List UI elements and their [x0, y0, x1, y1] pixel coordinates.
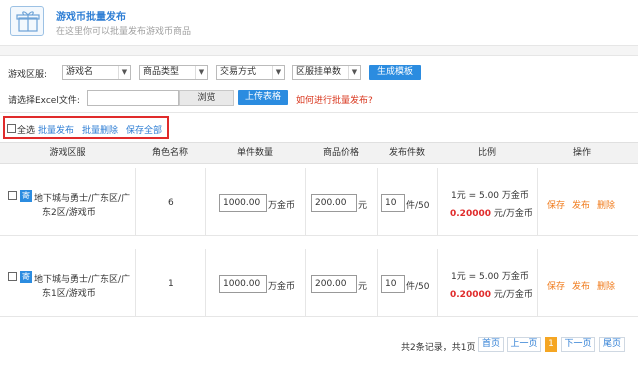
col-divider [305, 249, 306, 317]
upload-table-button[interactable]: 上传表格 [238, 90, 288, 105]
gift-box-icon [10, 6, 44, 36]
server-name: 地下城与勇士/广东区/广 [34, 194, 131, 204]
batch-help-link[interactable]: 如何进行批量发布? [296, 93, 373, 106]
publish-link[interactable]: 发布 [572, 279, 590, 292]
category-select[interactable]: 商品类型 ▼ [139, 65, 208, 80]
pieces-suffix: 件/50 [406, 201, 430, 211]
col-divider [377, 249, 378, 317]
chevron-down-icon: ▼ [272, 66, 284, 79]
pagination-summary: 共2条记录，共1页 [401, 343, 476, 353]
col-qty: 单件数量 [236, 148, 273, 158]
game-select-value: 游戏名 [66, 67, 94, 77]
ratio-price: 0.20000 元/万金币 [450, 287, 533, 300]
trade-select[interactable]: 交易方式 ▼ [216, 65, 285, 80]
price-unit: 元 [358, 282, 368, 292]
trade-select-value: 交易方式 [220, 67, 257, 77]
order-select-value: 区服挂单数 [296, 67, 342, 77]
consign-tag: 寄 [20, 190, 32, 202]
order-select[interactable]: 区服挂单数 ▼ [292, 65, 361, 80]
current-page[interactable]: 1 [545, 337, 557, 352]
chevron-down-icon: ▼ [118, 66, 130, 79]
page-title: 游戏币批量发布 [56, 12, 126, 23]
select-all-checkbox[interactable] [7, 124, 16, 133]
save-link[interactable]: 保存 [547, 198, 565, 211]
row-checkbox[interactable] [8, 191, 17, 200]
divider [0, 112, 638, 113]
ratio-value: 0.20000 [450, 290, 491, 300]
col-pieces: 发布件数 [388, 148, 425, 158]
browse-button[interactable]: 浏览 [179, 90, 234, 106]
panel-divider [0, 46, 638, 56]
table-header: 游戏区服 角色名称 单件数量 商品价格 发布件数 比例 操作 [0, 142, 638, 164]
publish-link[interactable]: 发布 [572, 198, 590, 211]
price-input[interactable]: 200.00 [311, 275, 357, 293]
delete-link[interactable]: 删除 [597, 198, 615, 211]
first-page-button[interactable]: 首页 [478, 337, 504, 352]
region-label: 游戏区服: [8, 70, 48, 80]
col-divider [135, 249, 136, 317]
consign-tag: 寄 [20, 271, 32, 283]
excel-file-input[interactable] [87, 90, 179, 106]
price-unit: 元 [358, 201, 368, 211]
select-all-label: 全选 [17, 126, 36, 136]
excel-label: 请选择Excel文件: [8, 96, 80, 106]
ratio-text: 1元 = 5.00 万金币 [451, 272, 529, 282]
ratio-unit: 元/万金币 [493, 290, 533, 300]
save-link[interactable]: 保存 [547, 279, 565, 292]
ratio-unit: 元/万金币 [493, 209, 533, 219]
pieces-input[interactable]: 10 [381, 275, 405, 293]
qty-input[interactable]: 1000.00 [219, 194, 267, 212]
last-page-button[interactable]: 尾页 [599, 337, 625, 352]
col-ratio: 比例 [477, 148, 496, 158]
game-select[interactable]: 游戏名 ▼ [62, 65, 131, 80]
save-all-link[interactable]: 保存全部 [126, 123, 162, 136]
ratio-price: 0.20000 元/万金币 [450, 206, 533, 219]
page-subtitle: 在这里你可以批量发布游戏币商品 [56, 27, 192, 37]
col-divider [437, 168, 438, 236]
col-divider [377, 168, 378, 236]
server-name-cont: 东2区/游戏币 [42, 208, 96, 218]
server-name-cont: 东1区/游戏币 [42, 289, 96, 299]
ratio-value: 0.20000 [450, 209, 491, 219]
pieces-input[interactable]: 10 [381, 194, 405, 212]
ratio-text: 1元 = 5.00 万金币 [451, 191, 529, 201]
qty-unit: 万金币 [268, 201, 296, 211]
server-name: 地下城与勇士/广东区/广 [34, 275, 131, 285]
role-count: 1 [168, 279, 174, 289]
row-checkbox[interactable] [8, 272, 17, 281]
qty-unit: 万金币 [268, 282, 296, 292]
col-role: 角色名称 [151, 148, 188, 158]
page-header: 游戏币批量发布 在这里你可以批量发布游戏币商品 [0, 0, 638, 46]
qty-input[interactable]: 1000.00 [219, 275, 267, 293]
col-actions: 操作 [572, 148, 591, 158]
col-divider [437, 249, 438, 317]
next-page-button[interactable]: 下一页 [561, 337, 595, 352]
col-price: 商品价格 [322, 148, 359, 158]
col-divider [537, 249, 538, 317]
col-server: 游戏区服 [49, 148, 86, 158]
col-divider [135, 168, 136, 236]
col-divider [537, 168, 538, 236]
delete-link[interactable]: 删除 [597, 279, 615, 292]
col-divider [205, 168, 206, 236]
prev-page-button[interactable]: 上一页 [507, 337, 541, 352]
table-row: 寄 地下城与勇士/广东区/广 东1区/游戏币 1 1000.00 万金币 200… [0, 249, 638, 317]
pieces-suffix: 件/50 [406, 282, 430, 292]
chevron-down-icon: ▼ [348, 66, 360, 79]
category-select-value: 商品类型 [143, 67, 180, 77]
col-divider [305, 168, 306, 236]
price-input[interactable]: 200.00 [311, 194, 357, 212]
col-divider [205, 249, 206, 317]
chevron-down-icon: ▼ [195, 66, 207, 79]
generate-template-button[interactable]: 生成模板 [369, 65, 421, 80]
table-row: 寄 地下城与勇士/广东区/广 东2区/游戏币 6 1000.00 万金币 200… [0, 168, 638, 236]
role-count: 6 [168, 198, 174, 208]
bulk-publish-link[interactable]: 批量发布 [38, 123, 74, 136]
bulk-delete-link[interactable]: 批量删除 [82, 123, 118, 136]
